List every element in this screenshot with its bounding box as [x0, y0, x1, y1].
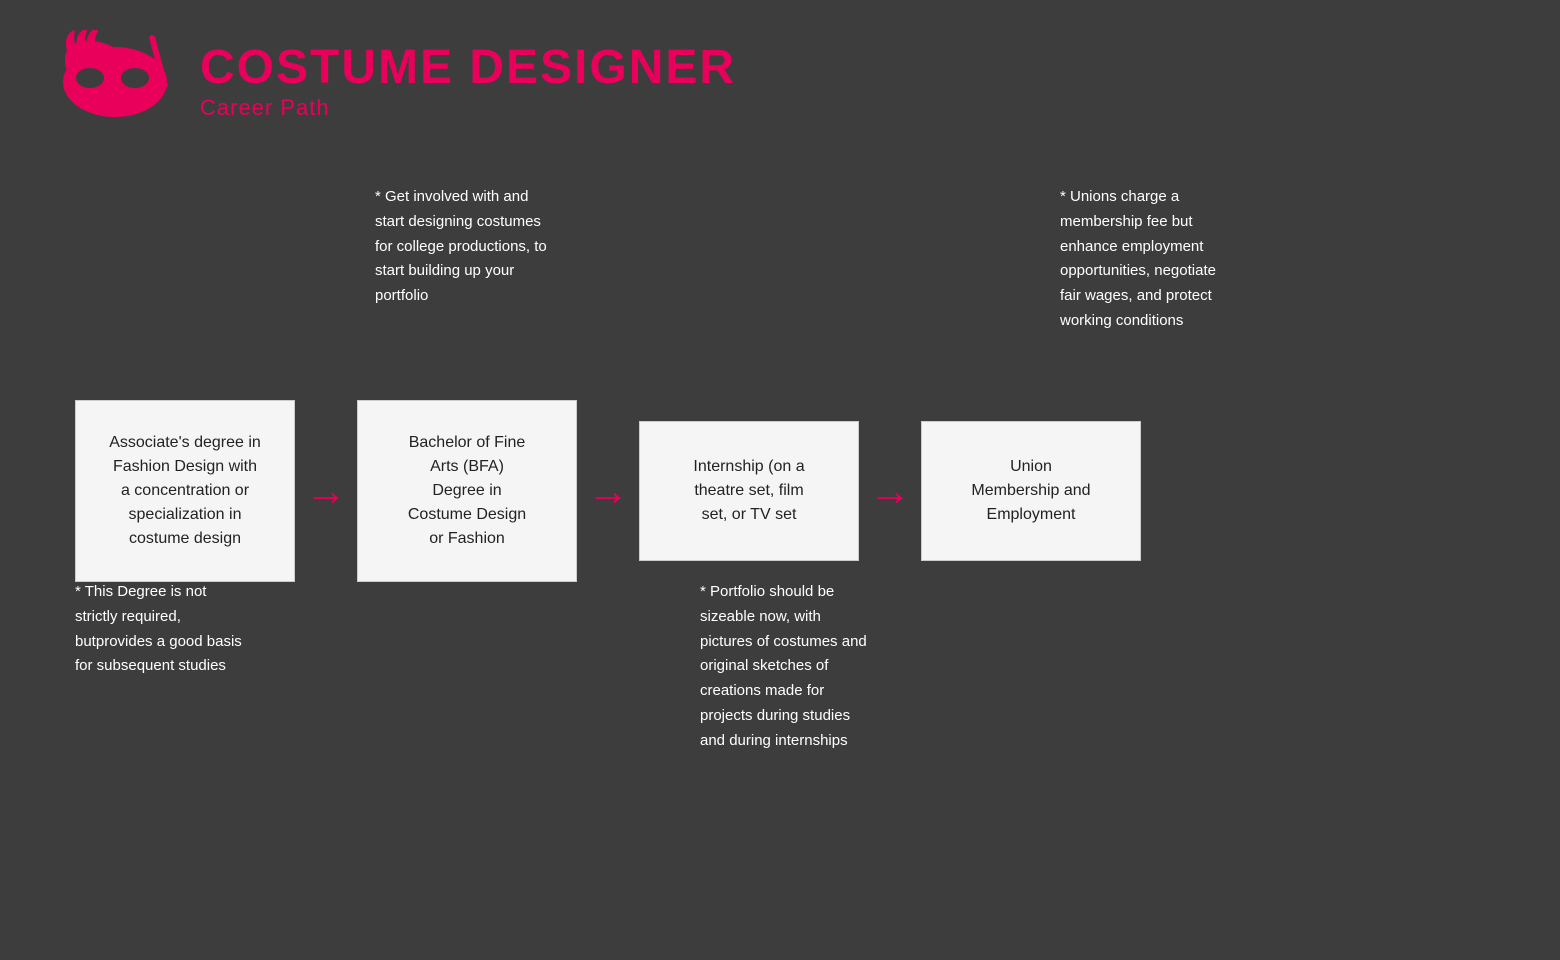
note-below-internship-text: * Portfolio should be sizeable now, with…	[700, 583, 867, 749]
step-internship-text: Internship (on a theatre set, film set, …	[693, 455, 804, 527]
arrow-1: →	[305, 470, 347, 512]
step-associates: Associate's degree in Fashion Design wit…	[75, 400, 295, 582]
note-above-union-text: * Unions charge a membership fee but enh…	[1060, 188, 1216, 329]
step-associates-text: Associate's degree in Fashion Design wit…	[109, 431, 261, 551]
arrow-2: →	[587, 470, 629, 512]
career-path: * Get involved with and start designing …	[0, 185, 1560, 960]
arrow-3: →	[869, 470, 911, 512]
page-title-sub: Career Path	[200, 95, 736, 121]
header: COSTUME DESIGNER Career Path	[0, 0, 1560, 160]
note-above-bfa-text: * Get involved with and start designing …	[375, 188, 547, 304]
step-bfa: Bachelor of Fine Arts (BFA) Degree in Co…	[357, 400, 577, 582]
header-text: COSTUME DESIGNER Career Path	[200, 40, 736, 121]
note-below-internship: * Portfolio should be sizeable now, with…	[700, 580, 867, 753]
note-below-associates: * This Degree is not strictly required, …	[75, 580, 242, 679]
note-above-bfa: * Get involved with and start designing …	[375, 185, 547, 309]
step-bfa-text: Bachelor of Fine Arts (BFA) Degree in Co…	[408, 431, 526, 551]
mask-icon	[60, 30, 180, 130]
step-union: Union Membership and Employment	[921, 421, 1141, 561]
step-union-text: Union Membership and Employment	[971, 455, 1090, 527]
note-above-union: * Unions charge a membership fee but enh…	[1060, 185, 1216, 334]
note-below-associates-text: * This Degree is not strictly required, …	[75, 583, 242, 674]
steps-row: Associate's degree in Fashion Design wit…	[75, 400, 1520, 582]
step-internship: Internship (on a theatre set, film set, …	[639, 421, 859, 561]
page-title-main: COSTUME DESIGNER	[200, 40, 736, 95]
